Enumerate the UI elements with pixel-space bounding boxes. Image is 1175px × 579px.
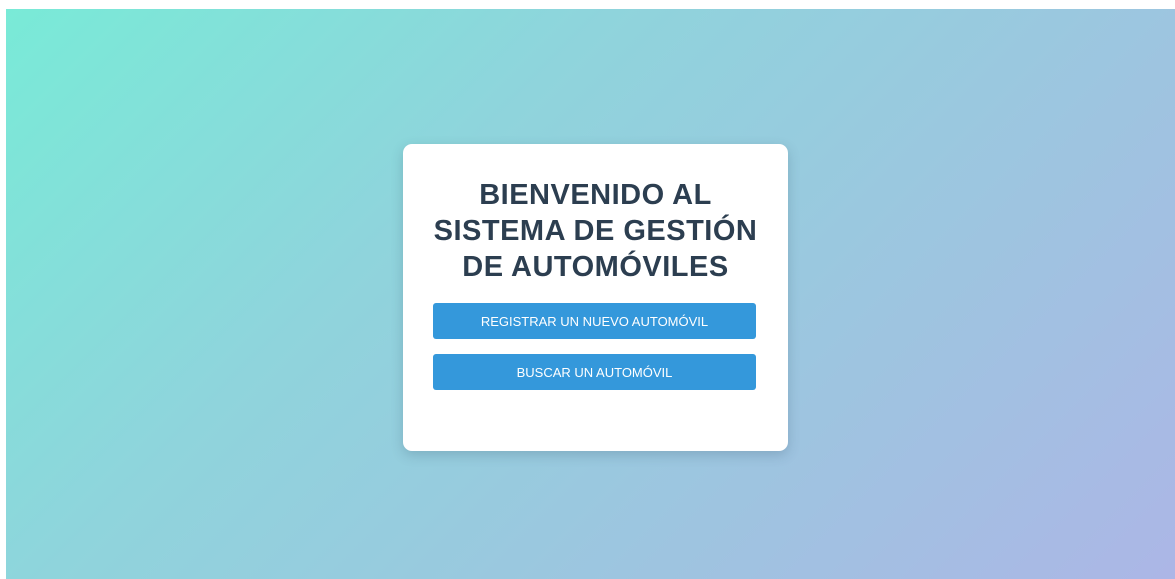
search-car-button[interactable]: BUSCAR UN AUTOMÓVIL xyxy=(433,354,756,390)
welcome-card: BIENVENIDO AL SISTEMA DE GESTIÓN DE AUTO… xyxy=(403,144,788,451)
page-background: BIENVENIDO AL SISTEMA DE GESTIÓN DE AUTO… xyxy=(6,9,1175,579)
page-title: BIENVENIDO AL SISTEMA DE GESTIÓN DE AUTO… xyxy=(433,179,758,283)
register-car-button[interactable]: REGISTRAR UN NUEVO AUTOMÓVIL xyxy=(433,303,756,339)
